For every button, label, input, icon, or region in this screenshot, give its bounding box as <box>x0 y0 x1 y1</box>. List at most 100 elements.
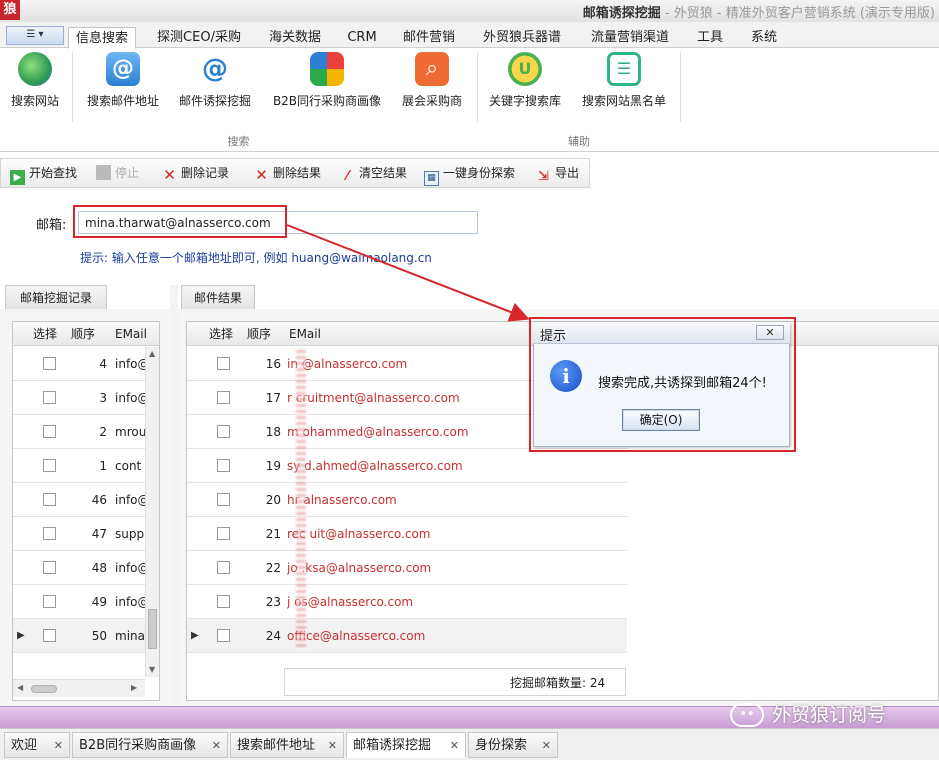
row-checkbox[interactable] <box>43 357 56 370</box>
scroll-thumb[interactable] <box>148 609 157 649</box>
row-checkbox[interactable] <box>43 459 56 472</box>
col-order[interactable]: 顺序 <box>71 322 95 346</box>
stop-button[interactable]: 停止 <box>96 163 139 183</box>
table-row[interactable]: 23 j os@alnasserco.com <box>187 585 627 619</box>
ribbon-search-website-button[interactable]: 搜索网站 <box>4 52 66 114</box>
table-row[interactable]: 21 rec uit@alnasserco.com <box>187 517 627 551</box>
close-icon[interactable]: ✕ <box>450 733 459 759</box>
doc-tab-b2b-profile[interactable]: B2B同行采购商画像 ✕ <box>72 732 228 758</box>
row-checkbox[interactable] <box>43 595 56 608</box>
close-icon[interactable]: ✕ <box>54 733 63 759</box>
ribbon-search-email-button[interactable]: @ 搜索邮件地址 <box>80 52 166 114</box>
col-select[interactable]: 选择 <box>209 322 233 346</box>
row-email[interactable]: mina <box>115 619 145 653</box>
delete-x-icon: ✕ <box>255 166 268 184</box>
col-order[interactable]: 顺序 <box>247 322 271 346</box>
table-row[interactable]: 47 supp <box>13 517 145 551</box>
tab-arsenal[interactable]: 外贸狼兵器谱 <box>474 27 570 49</box>
row-email[interactable]: rec uit@alnasserco.com <box>287 517 617 551</box>
doc-tab-welcome[interactable]: 欢迎 ✕ <box>4 732 70 758</box>
export-button[interactable]: ⇲ 导出 <box>536 163 579 184</box>
row-checkbox[interactable] <box>217 493 230 506</box>
ribbon-b2b-profile-button[interactable]: B2B同行采购商画像 <box>264 52 390 114</box>
scroll-right-icon[interactable]: ▶ <box>131 683 137 692</box>
row-email[interactable]: sy d.ahmed@alnasserco.com <box>287 449 617 483</box>
row-email[interactable]: j os@alnasserco.com <box>287 585 617 619</box>
tab-email-results[interactable]: 邮件结果 <box>181 285 255 310</box>
row-checkbox[interactable] <box>217 391 230 404</box>
delete-result-button[interactable]: ✕ 删除结果 <box>254 163 321 183</box>
row-email[interactable]: info@ <box>115 585 145 619</box>
identity-probe-button[interactable]: ▦ 一键身份探索 <box>424 163 515 186</box>
tab-tools[interactable]: 工具 <box>688 27 732 49</box>
scroll-h-thumb[interactable] <box>31 685 57 693</box>
row-checkbox[interactable] <box>43 493 56 506</box>
panel-splitter[interactable] <box>170 285 178 705</box>
tab-email-probe-records[interactable]: 邮箱挖掘记录 <box>5 285 107 310</box>
tab-ceo-purchase[interactable]: 探测CEO/采购 <box>146 27 252 49</box>
table-row[interactable]: 3 info@ <box>13 381 145 415</box>
app-menu-button[interactable]: ☰ ▾ <box>6 26 64 45</box>
doc-tab-identity-probe[interactable]: 身份探索 ✕ <box>468 732 558 758</box>
row-checkbox[interactable] <box>43 629 56 642</box>
doc-tab-email-probe[interactable]: 邮箱诱探挖掘 ✕ <box>346 732 466 758</box>
table-row[interactable]: 19 sy d.ahmed@alnasserco.com <box>187 449 627 483</box>
table-row[interactable]: 1 cont <box>13 449 145 483</box>
col-select[interactable]: 选择 <box>33 322 57 346</box>
row-email[interactable]: info@ <box>115 483 145 517</box>
start-search-button[interactable]: ▶ 开始查找 <box>10 163 77 185</box>
close-icon[interactable]: ✕ <box>542 733 551 759</box>
col-email[interactable]: EMail <box>289 322 321 346</box>
row-email[interactable]: info@ <box>115 381 145 415</box>
ribbon-email-probe-button[interactable]: @ 邮件诱探挖掘 <box>172 52 258 114</box>
left-vertical-scrollbar[interactable]: ▲ ▼ <box>145 347 159 677</box>
close-icon[interactable]: ✕ <box>212 733 221 759</box>
row-email[interactable]: info@ <box>115 551 145 585</box>
clear-result-button[interactable]: ⁄ 清空结果 <box>340 163 407 184</box>
table-row[interactable]: 22 jo .ksa@alnasserco.com <box>187 551 627 585</box>
row-checkbox[interactable] <box>43 527 56 540</box>
table-row[interactable]: 46 info@ <box>13 483 145 517</box>
row-email[interactable]: supp <box>115 517 145 551</box>
row-checkbox[interactable] <box>43 561 56 574</box>
row-checkbox[interactable] <box>43 425 56 438</box>
row-email[interactable]: mrou <box>115 415 145 449</box>
tab-system[interactable]: 系统 <box>740 27 788 49</box>
scroll-up-icon[interactable]: ▲ <box>149 349 155 358</box>
ribbon-exhibition-buyers-button[interactable]: ⌕ 展会采购商 <box>394 52 470 114</box>
table-row[interactable]: 2 mrou <box>13 415 145 449</box>
row-checkbox[interactable] <box>217 459 230 472</box>
table-row[interactable]: 48 info@ <box>13 551 145 585</box>
row-checkbox[interactable] <box>217 595 230 608</box>
row-checkbox[interactable] <box>217 357 230 370</box>
row-email[interactable]: cont <box>115 449 145 483</box>
row-checkbox[interactable] <box>217 561 230 574</box>
tab-info-search[interactable]: 信息搜索 <box>68 27 136 49</box>
row-checkbox[interactable] <box>217 425 230 438</box>
row-checkbox[interactable] <box>43 391 56 404</box>
row-checkbox[interactable] <box>217 527 230 540</box>
table-row[interactable]: 4 info@ <box>13 347 145 381</box>
row-email[interactable]: info@ <box>115 347 145 381</box>
delete-record-button[interactable]: ✕ 删除记录 <box>162 163 229 183</box>
table-row[interactable]: 20 hr alnasserco.com <box>187 483 627 517</box>
table-row[interactable]: ▶ 50 mina <box>13 619 145 653</box>
row-email[interactable]: jo .ksa@alnasserco.com <box>287 551 617 585</box>
ribbon-keyword-library-button[interactable]: U 关键字搜索库 <box>482 52 568 114</box>
table-row[interactable]: ▶ 24 office@alnasserco.com <box>187 619 627 653</box>
col-email[interactable]: EMail <box>115 322 147 346</box>
row-email[interactable]: office@alnasserco.com <box>287 619 617 653</box>
left-horizontal-scrollbar[interactable]: ◀ ▶ <box>13 679 145 697</box>
tab-customs-data[interactable]: 海关数据 <box>262 27 328 49</box>
doc-tab-search-email[interactable]: 搜索邮件地址 ✕ <box>230 732 344 758</box>
row-email[interactable]: hr alnasserco.com <box>287 483 617 517</box>
scroll-down-icon[interactable]: ▼ <box>149 665 155 674</box>
tab-crm[interactable]: CRM <box>338 27 386 49</box>
tab-traffic-channels[interactable]: 流量营销渠道 <box>580 27 680 49</box>
close-icon[interactable]: ✕ <box>328 733 337 759</box>
ribbon-website-blacklist-button[interactable]: ☰ 搜索网站黑名单 <box>574 52 674 114</box>
scroll-left-icon[interactable]: ◀ <box>17 683 23 692</box>
row-checkbox[interactable] <box>217 629 230 642</box>
table-row[interactable]: 49 info@ <box>13 585 145 619</box>
tab-email-marketing[interactable]: 邮件营销 <box>394 27 464 49</box>
